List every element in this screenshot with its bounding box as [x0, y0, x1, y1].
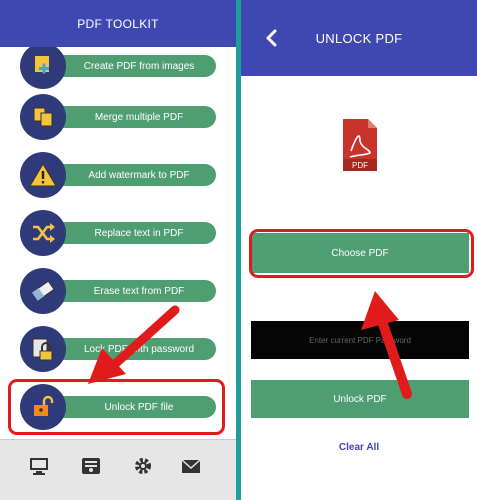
menu-item-label: Erase text from PDF	[40, 280, 216, 302]
menu-item-erase-text[interactable]: Erase text from PDF	[20, 268, 216, 314]
unlock-pdf-screen: UNLOCK PDF PDF Choose PDF Enter current …	[241, 0, 477, 500]
warning-icon	[20, 152, 66, 198]
monitor-icon[interactable]	[28, 455, 50, 477]
menu-item-add-watermark[interactable]: Add watermark to PDF	[20, 152, 216, 198]
unlock-item-highlight	[8, 379, 225, 435]
images-add-icon	[20, 43, 66, 89]
menu-item-label: Add watermark to PDF	[40, 164, 216, 186]
merge-files-icon	[20, 94, 66, 140]
password-input[interactable]: Enter current PDF Password	[251, 321, 469, 359]
menu-item-label: Create PDF from images	[40, 55, 216, 77]
pdf-badge-label: PDF	[352, 161, 368, 170]
menu-item-label: Replace text in PDF	[40, 222, 216, 244]
toolkit-app-bar: PDF TOOLKIT	[0, 0, 236, 47]
lock-icon	[20, 326, 66, 372]
gear-icon[interactable]	[132, 455, 154, 477]
menu-item-create-pdf[interactable]: Create PDF from images	[20, 43, 216, 89]
menu-item-replace-text[interactable]: Replace text in PDF	[20, 210, 216, 256]
unlock-pdf-button[interactable]: Unlock PDF	[251, 380, 469, 418]
clear-all-link[interactable]: Clear All	[241, 442, 477, 453]
back-arrow-icon[interactable]	[261, 27, 283, 49]
bottom-navigation	[0, 439, 236, 500]
eraser-icon	[20, 268, 66, 314]
pdf-file-icon: PDF	[343, 119, 377, 171]
document-icon[interactable]	[80, 455, 102, 477]
shuffle-icon	[20, 210, 66, 256]
unlock-app-bar: UNLOCK PDF	[241, 0, 477, 76]
menu-item-label: Lock PDF with password	[40, 338, 216, 360]
unlock-title: UNLOCK PDF	[315, 30, 403, 46]
menu-item-merge-pdf[interactable]: Merge multiple PDF	[20, 94, 216, 140]
menu-item-lock-pdf[interactable]: Lock PDF with password	[20, 326, 216, 372]
pdf-toolkit-screen: Create PDF from images Merge multiple PD…	[0, 0, 236, 500]
menu-item-label: Merge multiple PDF	[40, 106, 216, 128]
toolkit-title: PDF TOOLKIT	[77, 16, 159, 31]
mail-icon[interactable]	[180, 455, 202, 477]
choose-button-highlight	[249, 229, 474, 278]
